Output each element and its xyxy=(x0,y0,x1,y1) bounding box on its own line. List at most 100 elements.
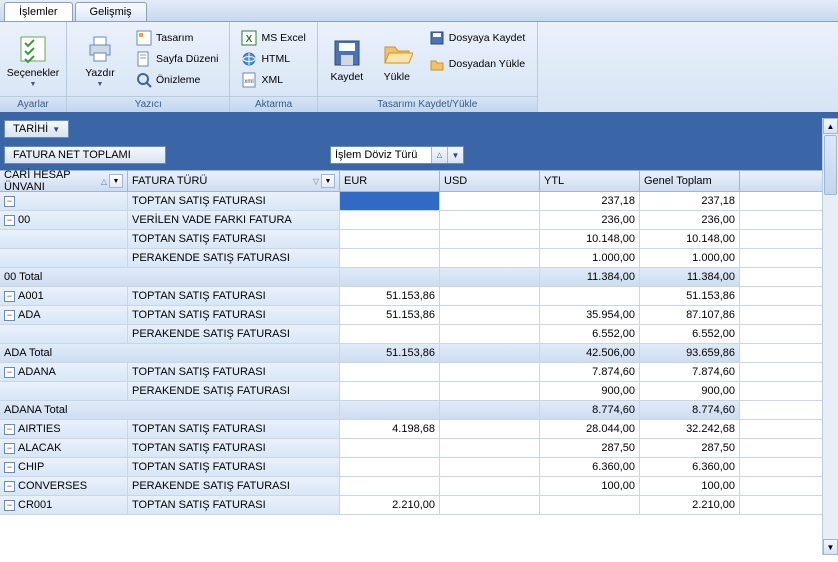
cell-ytl[interactable]: 100,00 xyxy=(540,477,640,495)
cell-eur[interactable] xyxy=(340,363,440,381)
cell-tot[interactable]: 7.874,60 xyxy=(640,363,740,381)
cell-ytl[interactable]: 11.384,00 xyxy=(540,268,640,286)
doviz-combo[interactable]: △ ▼ xyxy=(330,146,464,164)
cell-eur[interactable] xyxy=(340,325,440,343)
cell-tot[interactable]: 287,50 xyxy=(640,439,740,457)
cell-usd[interactable] xyxy=(440,192,540,210)
cell-account[interactable] xyxy=(0,325,128,343)
tab-islemler[interactable]: İşlemler xyxy=(4,2,73,21)
table-row[interactable]: −ADATOPTAN SATIŞ FATURASI51.153,8635.954… xyxy=(0,306,838,325)
cell-tot[interactable]: 1.000,00 xyxy=(640,249,740,267)
cell-account[interactable]: −A001 xyxy=(0,287,128,305)
cell-account[interactable]: −AIRTIES xyxy=(0,420,128,438)
table-row[interactable]: PERAKENDE SATIŞ FATURASI1.000,001.000,00 xyxy=(0,249,838,268)
yukle-button[interactable]: Yükle xyxy=(374,28,420,92)
vertical-scrollbar[interactable]: ▲ ▼ xyxy=(822,118,838,555)
cell-ytl[interactable] xyxy=(540,287,640,305)
html-button[interactable]: HTML xyxy=(236,49,310,69)
cell-fatura-turu[interactable]: TOPTAN SATIŞ FATURASI xyxy=(128,287,340,305)
cell-usd[interactable] xyxy=(440,439,540,457)
cell-account[interactable]: 00 Total xyxy=(0,268,340,286)
cell-ytl[interactable]: 7.874,60 xyxy=(540,363,640,381)
cell-fatura-turu[interactable]: PERAKENDE SATIŞ FATURASI xyxy=(128,382,340,400)
xml-button[interactable]: xml XML xyxy=(236,70,310,90)
collapse-icon[interactable]: − xyxy=(4,196,15,207)
cell-account[interactable]: −ALACAK xyxy=(0,439,128,457)
cell-tot[interactable]: 237,18 xyxy=(640,192,740,210)
cell-eur[interactable] xyxy=(340,249,440,267)
table-row[interactable]: −CONVERSESPERAKENDE SATIŞ FATURASI 100,00… xyxy=(0,477,838,496)
cell-fatura-turu[interactable]: PERAKENDE SATIŞ FATURASI xyxy=(128,477,340,495)
collapse-icon[interactable]: − xyxy=(4,462,15,473)
cell-fatura-turu[interactable]: PERAKENDE SATIŞ FATURASI xyxy=(128,249,340,267)
cell-fatura-turu[interactable]: PERAKENDE SATIŞ FATURASI xyxy=(128,325,340,343)
cell-fatura-turu[interactable]: TOPTAN SATIŞ FATURASI xyxy=(128,458,340,476)
table-row[interactable]: −A001TOPTAN SATIŞ FATURASI51.153,8651.15… xyxy=(0,287,838,306)
cell-account[interactable] xyxy=(0,230,128,248)
cell-account[interactable]: −ADA xyxy=(0,306,128,324)
cell-account[interactable]: −CONVERSES xyxy=(0,477,128,495)
cell-eur[interactable] xyxy=(340,211,440,229)
filter-button[interactable]: ▼ xyxy=(109,174,123,188)
cell-tot[interactable]: 900,00 xyxy=(640,382,740,400)
cell-ytl[interactable] xyxy=(540,496,640,514)
cell-usd[interactable] xyxy=(440,249,540,267)
fnt-filter-button[interactable]: FATURA NET TOPLAMI xyxy=(4,146,166,164)
cell-tot[interactable]: 6.360,00 xyxy=(640,458,740,476)
cell-ytl[interactable]: 237,18 xyxy=(540,192,640,210)
collapse-icon[interactable]: − xyxy=(4,443,15,454)
filter-button[interactable]: ▼ xyxy=(321,174,335,188)
sayfa-duzeni-button[interactable]: Sayfa Düzeni xyxy=(131,49,223,69)
col-eur[interactable]: EUR xyxy=(340,171,440,191)
scroll-down-button[interactable]: ▼ xyxy=(823,539,838,555)
cell-fatura-turu[interactable]: TOPTAN SATIŞ FATURASI xyxy=(128,363,340,381)
cell-fatura-turu[interactable]: TOPTAN SATIŞ FATURASI xyxy=(128,439,340,457)
cell-usd[interactable] xyxy=(440,287,540,305)
kaydet-button[interactable]: Kaydet xyxy=(324,28,370,92)
cell-ytl[interactable]: 10.148,00 xyxy=(540,230,640,248)
sort-asc-icon[interactable]: △ xyxy=(431,147,447,163)
cell-eur[interactable]: 51.153,86 xyxy=(340,287,440,305)
cell-tot[interactable]: 6.552,00 xyxy=(640,325,740,343)
col-fatura-turu[interactable]: FATURA TÜRÜ ▽▼ xyxy=(128,171,340,191)
tab-gelismis[interactable]: Gelişmiş xyxy=(75,2,147,21)
cell-eur[interactable]: 51.153,86 xyxy=(340,306,440,324)
cell-ytl[interactable]: 8.774,60 xyxy=(540,401,640,419)
col-cari-hesap[interactable]: CARİ HESAP ÜNVANI △▼ xyxy=(0,171,128,191)
cell-tot[interactable]: 10.148,00 xyxy=(640,230,740,248)
table-row[interactable]: −TOPTAN SATIŞ FATURASI237,18237,18 xyxy=(0,192,838,211)
collapse-icon[interactable]: − xyxy=(4,310,15,321)
collapse-icon[interactable]: − xyxy=(4,215,15,226)
excel-button[interactable]: X MS Excel xyxy=(236,28,310,48)
cell-usd[interactable] xyxy=(440,268,540,286)
cell-account[interactable]: ADANA Total xyxy=(0,401,340,419)
dosyaya-kaydet-button[interactable]: Dosyaya Kaydet xyxy=(424,28,530,48)
table-row[interactable]: ADA Total51.153,8642.506,0093.659,86 xyxy=(0,344,838,363)
dosyadan-yukle-button[interactable]: Dosyadan Yükle xyxy=(424,54,530,74)
secenekler-button[interactable]: Seçenekler ▼ xyxy=(6,28,60,92)
chevron-down-icon[interactable]: ▼ xyxy=(447,147,463,163)
cell-usd[interactable] xyxy=(440,420,540,438)
cell-eur[interactable]: 51.153,86 xyxy=(340,344,440,362)
table-row[interactable]: −CR001TOPTAN SATIŞ FATURASI2.210,002.210… xyxy=(0,496,838,515)
table-row[interactable]: PERAKENDE SATIŞ FATURASI6.552,006.552,00 xyxy=(0,325,838,344)
cell-eur[interactable] xyxy=(340,458,440,476)
table-row[interactable]: ADANA Total8.774,608.774,60 xyxy=(0,401,838,420)
table-row[interactable]: −CHIPTOPTAN SATIŞ FATURASI6.360,006.360,… xyxy=(0,458,838,477)
cell-usd[interactable] xyxy=(440,496,540,514)
collapse-icon[interactable]: − xyxy=(4,424,15,435)
cell-usd[interactable] xyxy=(440,382,540,400)
yazdir-button[interactable]: Yazdır ▼ xyxy=(73,28,127,92)
cell-ytl[interactable]: 42.506,00 xyxy=(540,344,640,362)
cell-account[interactable]: −ADANA xyxy=(0,363,128,381)
cell-account[interactable] xyxy=(0,249,128,267)
cell-usd[interactable] xyxy=(440,363,540,381)
cell-account[interactable]: −CHIP xyxy=(0,458,128,476)
collapse-icon[interactable]: − xyxy=(4,481,15,492)
cell-usd[interactable] xyxy=(440,325,540,343)
table-row[interactable]: PERAKENDE SATIŞ FATURASI900,00900,00 xyxy=(0,382,838,401)
cell-fatura-turu[interactable]: TOPTAN SATIŞ FATURASI xyxy=(128,420,340,438)
table-row[interactable]: TOPTAN SATIŞ FATURASI10.148,0010.148,00 xyxy=(0,230,838,249)
cell-account[interactable]: −CR001 xyxy=(0,496,128,514)
grid-body[interactable]: −TOPTAN SATIŞ FATURASI237,18237,18−00VER… xyxy=(0,192,838,562)
